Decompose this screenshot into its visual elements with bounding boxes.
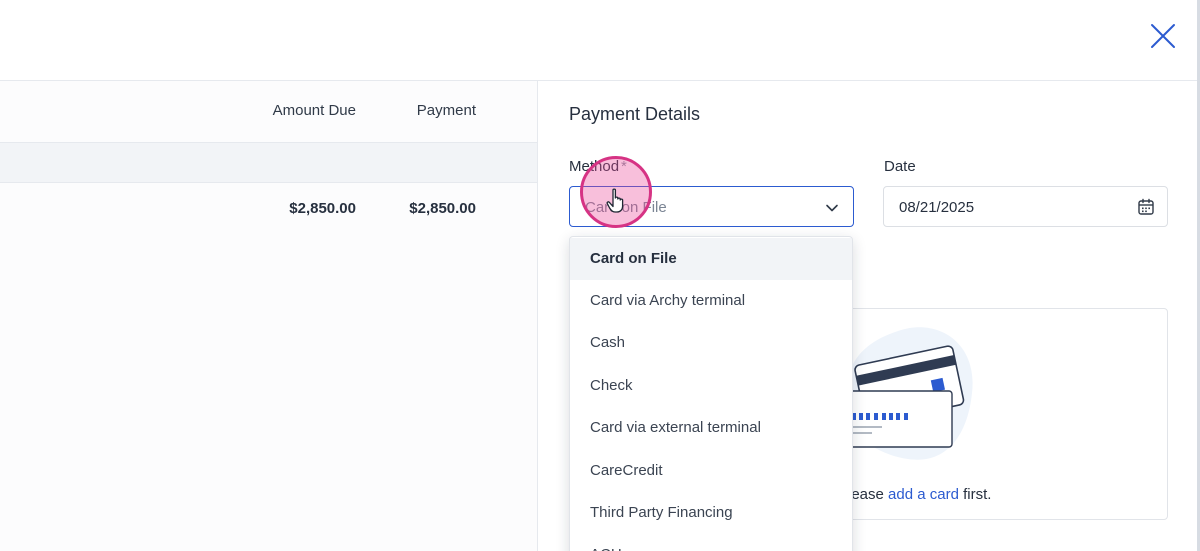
calendar-icon[interactable]	[1137, 198, 1155, 216]
empty-state-message: Please add a card first.	[838, 486, 991, 503]
column-header-payment: Payment	[416, 102, 476, 119]
amount-due-cell: $2,850.00	[289, 200, 356, 217]
date-label: Date	[884, 158, 916, 175]
method-option-carecredit[interactable]: CareCredit	[570, 450, 852, 492]
close-button[interactable]	[1146, 19, 1180, 53]
add-card-link[interactable]: add a card	[888, 486, 959, 503]
date-value: 08/21/2025	[899, 199, 975, 216]
method-option-card-via-external-terminal[interactable]: Card via external terminal	[570, 407, 852, 449]
method-option-third-party-financing[interactable]: Third Party Financing	[570, 492, 852, 534]
payment-cell: $2,850.00	[409, 200, 476, 217]
method-option-card-on-file[interactable]: Card on File	[570, 238, 852, 280]
credit-card-illustration-icon	[845, 327, 973, 460]
empty-state-suffix: first.	[958, 486, 992, 503]
column-header-amount-due: Amount Due	[272, 102, 356, 119]
method-dropdown-menu: Card on File Card via Archy terminal Cas…	[569, 236, 853, 551]
charges-table: Amount Due Payment $2,850.00 $2,850.00	[0, 81, 538, 551]
hand-pointer-icon	[606, 188, 624, 213]
method-option-ach[interactable]: ACH	[570, 534, 852, 551]
section-title: Payment Details	[569, 104, 701, 124]
modal-header	[0, 0, 1200, 81]
method-option-check[interactable]: Check	[570, 365, 852, 407]
chevron-down-icon	[826, 204, 838, 212]
table-group-row	[0, 142, 537, 183]
close-icon	[1151, 24, 1175, 48]
method-option-cash[interactable]: Cash	[570, 322, 852, 364]
date-field[interactable]: 08/21/2025	[883, 186, 1168, 227]
method-option-card-via-archy-terminal[interactable]: Card via Archy terminal	[570, 280, 852, 322]
